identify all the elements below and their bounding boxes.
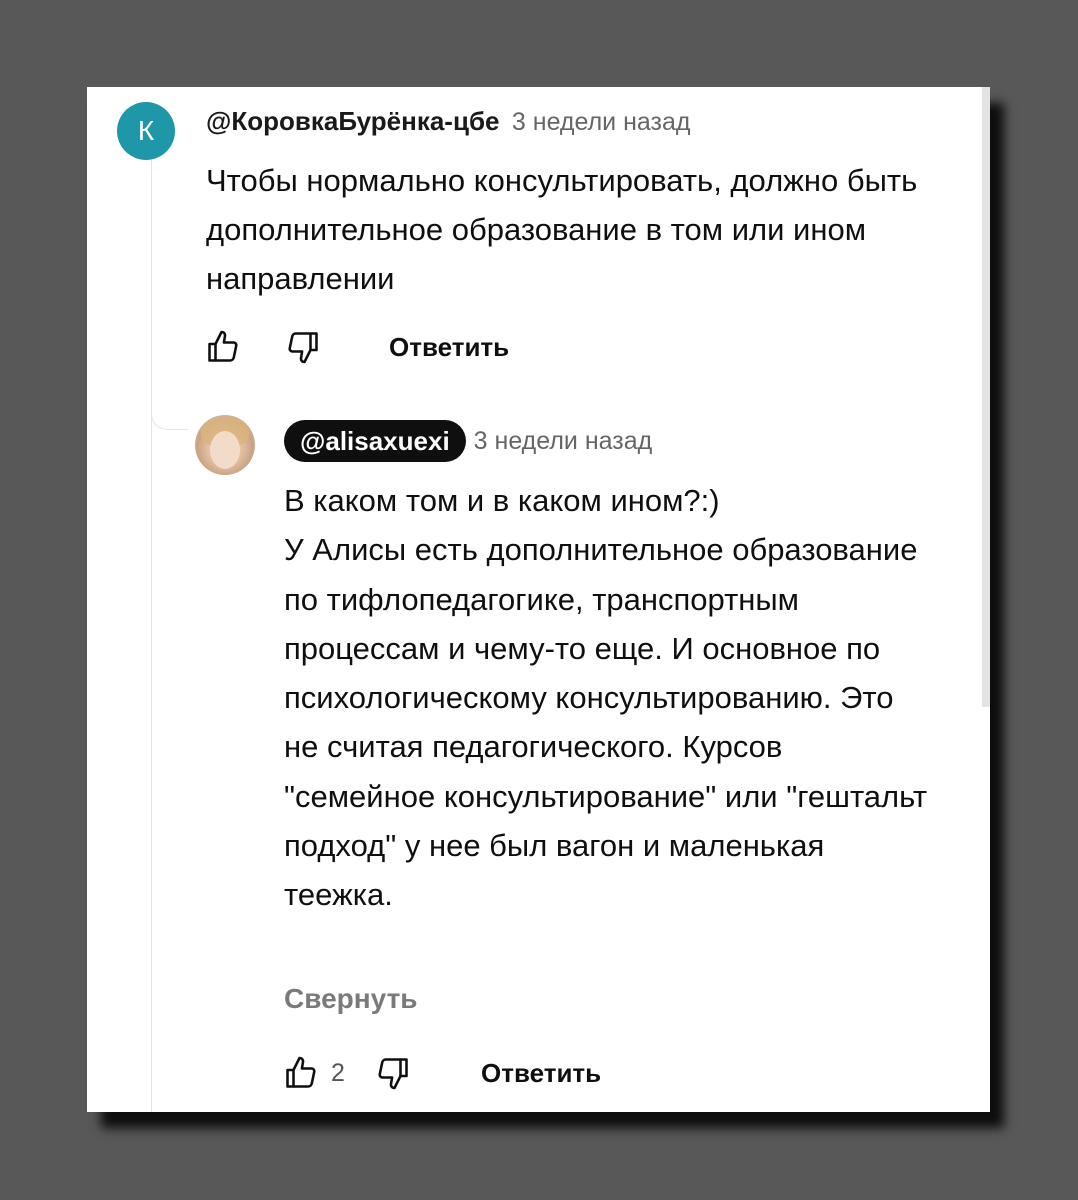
reply-text: В каком том и в каком ином?:) У Алисы ес…: [284, 483, 928, 913]
comment-time[interactable]: 3 недели назад: [512, 108, 691, 136]
reply-time[interactable]: 3 недели назад: [474, 427, 653, 456]
reply-author-badge[interactable]: @alisaxuexi: [284, 420, 466, 462]
avatar[interactable]: К: [117, 102, 175, 160]
thread-connector: [151, 407, 188, 430]
comment-header: @КоровкаБурёнка-цбе 3 недели назад: [206, 106, 690, 137]
comment-actions: Ответить: [205, 329, 509, 365]
reply-actions: 2 Ответить: [283, 1055, 601, 1091]
thumb-up-icon[interactable]: [205, 329, 241, 365]
reply-header: @alisaxuexi 3 недели назад: [284, 420, 652, 462]
reply-button[interactable]: Ответить: [481, 1058, 601, 1089]
thread-line: [151, 157, 152, 1112]
comment-author[interactable]: @КоровкаБурёнка-цбе: [206, 106, 499, 136]
avatar-face: [210, 431, 240, 469]
avatar-letter: К: [137, 115, 155, 146]
avatar[interactable]: [195, 415, 255, 475]
comment-text: Чтобы нормально консультировать, должно …: [206, 163, 918, 296]
like-count: 2: [331, 1058, 345, 1087]
comments-panel: К @КоровкаБурёнка-цбе 3 недели назад Что…: [87, 87, 990, 1112]
thumb-up-icon[interactable]: [283, 1055, 319, 1091]
thumb-down-icon[interactable]: [375, 1055, 411, 1091]
reply-button[interactable]: Ответить: [389, 332, 509, 363]
collapse-button[interactable]: Свернуть: [284, 983, 418, 1015]
thumb-down-icon[interactable]: [285, 329, 321, 365]
scrollbar[interactable]: [982, 87, 990, 707]
